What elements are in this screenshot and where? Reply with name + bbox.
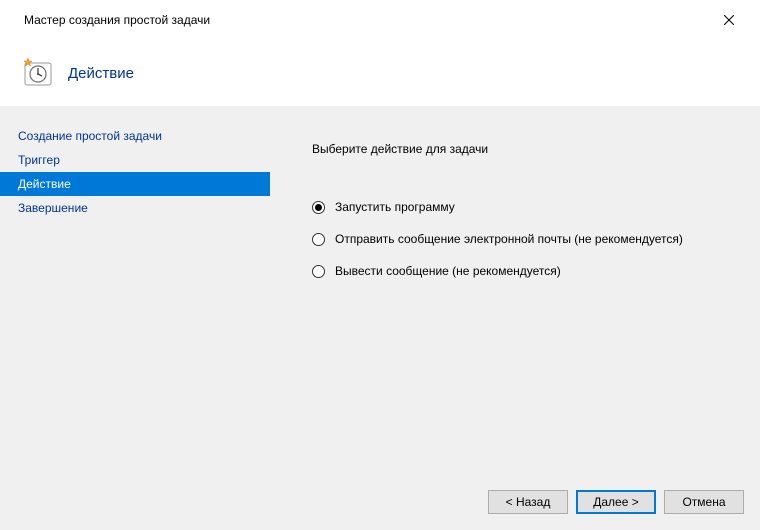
action-radio-group: Запустить программу Отправить сообщение … [312,200,740,278]
page-title: Действие [68,65,134,82]
radio-option-start-program[interactable]: Запустить программу [312,200,740,214]
titlebar: Мастер создания простой задачи [0,0,760,40]
sidebar-item-finish[interactable]: Завершение [0,196,270,220]
radio-icon [312,265,325,278]
radio-option-send-email[interactable]: Отправить сообщение электронной почты (н… [312,232,740,246]
content-area: Создание простой задачи Триггер Действие… [0,106,760,474]
window-title: Мастер создания простой задачи [24,13,708,27]
close-button[interactable] [708,5,750,35]
next-button[interactable]: Далее > [576,490,656,514]
cancel-button[interactable]: Отмена [664,490,744,514]
wizard-steps-sidebar: Создание простой задачи Триггер Действие… [0,106,270,474]
wizard-header: Действие [0,40,760,106]
main-panel: Выберите действие для задачи Запустить п… [270,106,760,474]
sidebar-item-action[interactable]: Действие [0,172,270,196]
clock-task-icon [22,57,54,89]
wizard-footer: < Назад Далее > Отмена [0,474,760,530]
sidebar-item-label: Действие [18,177,71,191]
close-icon [724,15,734,25]
sidebar-item-label: Завершение [18,201,88,215]
radio-option-display-message[interactable]: Вывести сообщение (не рекомендуется) [312,264,740,278]
radio-label: Запустить программу [335,200,455,214]
sidebar-item-trigger[interactable]: Триггер [0,148,270,172]
radio-label: Вывести сообщение (не рекомендуется) [335,264,561,278]
back-button[interactable]: < Назад [488,490,568,514]
instruction-text: Выберите действие для задачи [312,142,740,156]
sidebar-item-label: Создание простой задачи [18,129,162,143]
radio-icon [312,201,325,214]
sidebar-item-create-task[interactable]: Создание простой задачи [0,124,270,148]
sidebar-item-label: Триггер [18,153,60,167]
radio-icon [312,233,325,246]
radio-label: Отправить сообщение электронной почты (н… [335,232,683,246]
